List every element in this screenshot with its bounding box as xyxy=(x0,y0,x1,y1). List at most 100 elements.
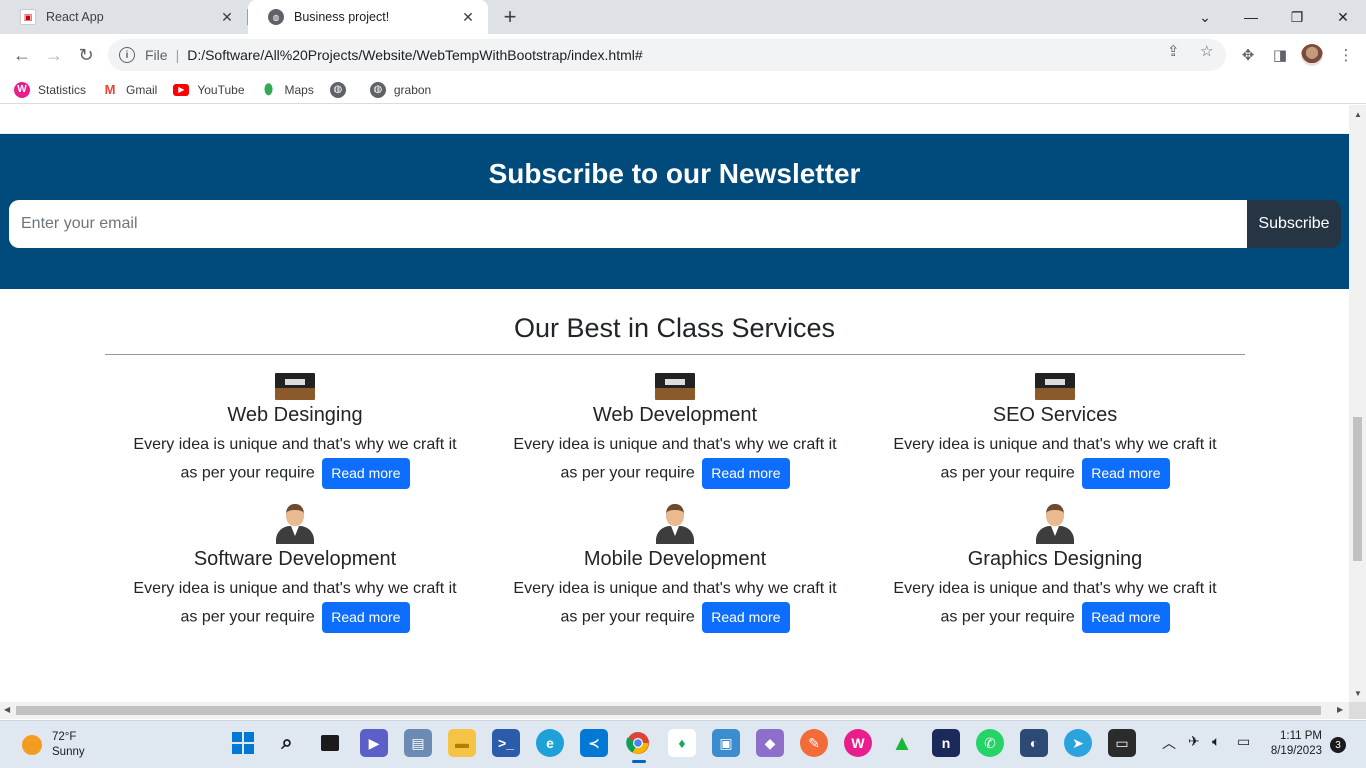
subscribe-button[interactable]: Subscribe xyxy=(1247,200,1341,248)
read-more-button[interactable]: Read more xyxy=(1082,458,1170,489)
tab-business-project[interactable]: ◍ Business project! ✕ xyxy=(248,0,488,34)
weather-widget[interactable]: 72°F Sunny xyxy=(22,730,85,760)
back-button[interactable]: ← xyxy=(8,41,36,69)
service-description: Every idea is unique and that's why we c… xyxy=(485,432,865,489)
bookmark-statistics[interactable]: W Statistics xyxy=(14,81,86,98)
restore-button[interactable]: ❐ xyxy=(1274,0,1320,34)
bookmark-youtube[interactable]: ▶ YouTube xyxy=(173,83,245,97)
edge-button[interactable]: e xyxy=(536,729,564,757)
info-icon[interactable]: i xyxy=(119,47,135,63)
bookmark-label: Maps xyxy=(284,82,314,97)
chrome-button[interactable] xyxy=(624,729,652,763)
mongodb-button[interactable]: ♦ xyxy=(668,729,696,757)
mongodb-icon: ♦ xyxy=(678,735,686,751)
powershell-button[interactable]: >_ xyxy=(492,729,520,757)
newsletter-section: Subscribe to our Newsletter Subscribe xyxy=(0,134,1349,289)
diamond-icon: ◆ xyxy=(764,734,776,751)
battery-icon[interactable]: ▭ xyxy=(1237,733,1250,750)
arrow-left-icon: ← xyxy=(13,44,31,65)
service-description: Every idea is unique and that's why we c… xyxy=(105,432,485,489)
read-more-button[interactable]: Read more xyxy=(1082,602,1170,633)
read-more-button[interactable]: Read more xyxy=(322,602,410,633)
services-title: Our Best in Class Services xyxy=(513,313,836,343)
system-clock[interactable]: 1:11 PM 8/19/2023 xyxy=(1262,729,1322,759)
bookmark-grabon[interactable]: ◍ grabon xyxy=(369,81,431,98)
scroll-left-icon[interactable]: ◀ xyxy=(4,705,10,714)
new-tab-button[interactable]: + xyxy=(496,3,524,31)
service-title: Mobile Development xyxy=(583,548,767,570)
reload-button[interactable]: ↻ xyxy=(72,41,100,69)
airplane-icon[interactable]: ✈ xyxy=(1188,733,1200,750)
close-icon[interactable]: ✕ xyxy=(460,9,476,26)
globe-icon: ◍ xyxy=(268,9,284,25)
file-explorer-button[interactable]: ▬ xyxy=(448,729,476,757)
app-button[interactable]: ▲ xyxy=(888,729,916,757)
service-thumbnail xyxy=(655,373,695,400)
read-more-button[interactable]: Read more xyxy=(702,458,790,489)
menu-button[interactable]: ⋮ xyxy=(1332,41,1360,69)
bookmark-globe[interactable]: ◍ xyxy=(329,81,354,98)
chevron-up-icon[interactable]: ︿ xyxy=(1162,733,1176,753)
address-scheme: File xyxy=(145,47,168,63)
service-card: Mobile Development Every idea is unique … xyxy=(485,502,865,633)
service-title: Web Development xyxy=(592,404,758,426)
postman-button[interactable]: ✎ xyxy=(800,729,828,757)
vscode-button[interactable]: ≺ xyxy=(580,729,608,757)
terminal-button[interactable]: ▭ xyxy=(1108,729,1136,757)
app-icon: ▤ xyxy=(411,734,425,751)
service-card: Graphics Designing Every idea is unique … xyxy=(865,502,1245,633)
n-icon: n xyxy=(941,735,951,751)
start-button[interactable] xyxy=(229,729,257,757)
scroll-down-icon[interactable]: ▼ xyxy=(1354,689,1362,698)
globe-icon: ◍ xyxy=(369,81,386,98)
bookmark-gmail[interactable]: M Gmail xyxy=(102,82,158,98)
youtube-icon: ▶ xyxy=(173,83,190,96)
search-button[interactable]: ⌕ xyxy=(273,729,301,757)
profile-button[interactable] xyxy=(1298,41,1326,69)
notification-badge[interactable]: 3 xyxy=(1330,737,1346,753)
vertical-scroll-thumb[interactable] xyxy=(1353,417,1362,561)
tab-search-button[interactable]: ⌄ xyxy=(1182,0,1228,34)
triangle-icon: ▲ xyxy=(891,730,913,755)
tab-react-app[interactable]: ▣ React App ✕ xyxy=(0,0,247,34)
statistics-icon: W xyxy=(14,81,30,98)
wamp-button[interactable]: W xyxy=(844,729,872,757)
read-more-button[interactable]: Read more xyxy=(322,458,410,489)
task-view-button[interactable] xyxy=(316,729,344,757)
tab-title: React App xyxy=(46,10,104,24)
scroll-right-icon[interactable]: ▶ xyxy=(1337,705,1343,714)
postman-icon: ✎ xyxy=(808,734,820,751)
volume-icon[interactable]: 🔈︎ xyxy=(1212,733,1220,750)
app-button[interactable]: ◆ xyxy=(756,729,784,757)
arrow-right-icon: → xyxy=(45,44,63,65)
read-more-button[interactable]: Read more xyxy=(702,602,790,633)
teams-chat-button[interactable]: ▶ xyxy=(360,729,388,757)
telegram-button[interactable]: ➤ xyxy=(1064,729,1092,757)
close-icon[interactable]: ✕ xyxy=(219,9,235,26)
minimize-button[interactable]: — xyxy=(1228,0,1274,34)
app-button[interactable]: ▣ xyxy=(712,729,740,757)
extensions-button[interactable]: ✥ xyxy=(1234,41,1262,69)
app-button[interactable]: ▤ xyxy=(404,729,432,757)
whatsapp-button[interactable]: ✆ xyxy=(976,729,1004,757)
service-title: SEO Services xyxy=(992,404,1118,426)
mysql-button[interactable]: ◐ xyxy=(1020,729,1048,757)
vertical-scrollbar[interactable]: ▲ ▼ xyxy=(1349,105,1366,702)
notion-button[interactable]: n xyxy=(932,729,960,757)
forward-button[interactable]: → xyxy=(40,41,68,69)
bookmark-maps[interactable]: ⬮ Maps xyxy=(261,81,314,98)
gmail-icon: M xyxy=(104,82,116,97)
services-divider xyxy=(105,354,1245,355)
email-input[interactable] xyxy=(9,200,1247,248)
address-bar[interactable]: i File | D:/Software/All%20Projects/Webs… xyxy=(108,39,1226,71)
scroll-up-icon[interactable]: ▲ xyxy=(1354,110,1362,119)
star-icon[interactable]: ☆ xyxy=(1200,42,1213,60)
terminal-icon: ▭ xyxy=(1115,734,1129,751)
close-window-button[interactable]: ✕ xyxy=(1320,0,1366,34)
side-panel-button[interactable]: ◨ xyxy=(1266,41,1294,69)
horizontal-scroll-thumb[interactable] xyxy=(16,706,1321,715)
task-view-icon xyxy=(321,735,339,751)
horizontal-scrollbar[interactable]: ◀ ▶ xyxy=(0,702,1349,719)
edge-icon: e xyxy=(546,735,554,751)
share-icon[interactable]: ⇪ xyxy=(1167,42,1180,60)
